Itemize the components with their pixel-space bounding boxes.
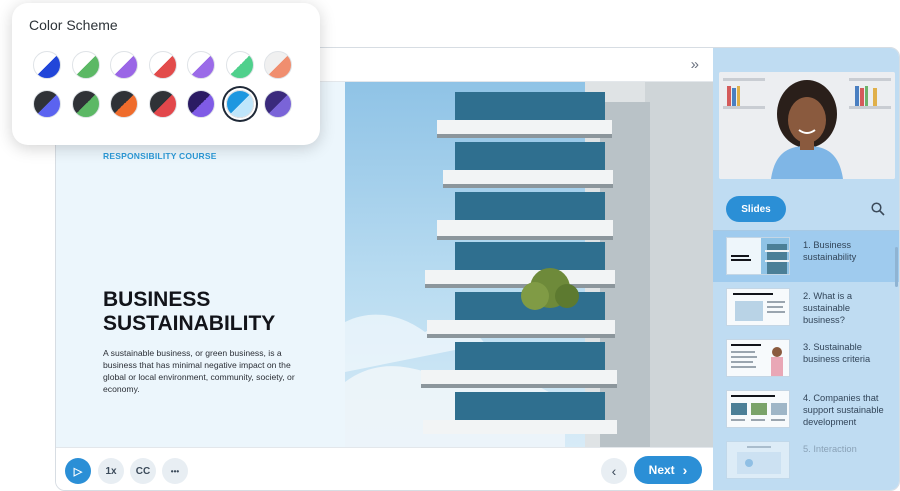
slide-thumbnail (726, 288, 790, 326)
slide-heading: BUSINESS SUSTAINABILITY (103, 288, 276, 335)
color-swatch-white-red[interactable] (148, 51, 177, 79)
slide-item-label: 5. Interaction (803, 444, 857, 454)
chevron-right-icon: › (682, 462, 688, 478)
building-photo (345, 82, 713, 447)
slide-item-2[interactable]: 2. What is a sustainable business? (713, 282, 899, 333)
slide-item-label: 3. Sustainable business criteria (803, 342, 871, 364)
color-swatch-white-blue[interactable] (33, 51, 61, 79)
color-swatch-indigo-purple[interactable] (264, 90, 292, 118)
previous-button[interactable]: ‹ (601, 458, 627, 484)
slide-list: 1. Business sustainability 2. What is a … (713, 231, 899, 490)
color-swatch-white-purple[interactable] (110, 51, 138, 79)
color-swatch-dark-green[interactable] (71, 90, 100, 118)
sidebar-scrollbar[interactable] (895, 247, 898, 287)
color-swatch-white-violet[interactable] (187, 51, 215, 79)
slide-kicker: RESPONSIBILITY COURSE (103, 151, 217, 161)
slide-item-4[interactable]: 4. Companies that support sustainable de… (713, 384, 899, 435)
slide-thumbnail (726, 390, 790, 428)
slide-item-label: 1. Business sustainability (803, 240, 857, 262)
color-scheme-popover: Color Scheme (12, 3, 320, 145)
next-button[interactable]: Next › (634, 456, 702, 484)
chevron-left-icon: ‹ (611, 463, 617, 479)
color-swatch-salmon-white[interactable] (264, 51, 292, 79)
double-chevron-right-icon[interactable]: » (691, 56, 699, 74)
slide-thumbnail (726, 339, 790, 377)
color-swatch-dark-purple[interactable] (187, 90, 215, 118)
playback-speed-button[interactable]: 1x (98, 458, 124, 484)
color-scheme-title: Color Scheme (29, 17, 118, 33)
captions-button[interactable]: CC (130, 458, 156, 484)
course-sidebar: Slides 1. Business sustainability 2. Wha… (713, 48, 899, 490)
slide-item-3[interactable]: 3. Sustainable business criteria (713, 333, 899, 384)
slide-item-label: 2. What is a sustainable business? (803, 291, 853, 325)
slide-item-5[interactable]: 5. Interaction (713, 435, 899, 486)
player-controls: ▷ 1x CC ••• ‹ Next › (56, 447, 713, 490)
play-button[interactable]: ▷ (65, 458, 91, 484)
play-icon: ▷ (73, 465, 83, 478)
slide-thumbnail (726, 237, 790, 275)
more-options-button[interactable]: ••• (162, 458, 188, 484)
presenter-video (719, 72, 895, 179)
color-swatch-white-green[interactable] (71, 51, 100, 79)
course-player-screen: » RESPONSIBILITY COURSE BUSINESS SUSTAIN… (0, 0, 900, 491)
search-icon[interactable] (871, 202, 885, 216)
slide-item-label: 4. Companies that support sustainable de… (803, 393, 884, 427)
next-button-label: Next (648, 463, 675, 477)
color-swatch-blue-selected[interactable] (225, 90, 254, 118)
slide-body: A sustainable business, or green busines… (103, 348, 295, 394)
color-swatch-dark-blue[interactable] (33, 90, 61, 118)
slides-tab[interactable]: Slides (726, 196, 786, 222)
color-swatch-white-mint[interactable] (225, 51, 254, 79)
slide-item-1[interactable]: 1. Business sustainability (713, 231, 899, 282)
color-swatch-dark-orange[interactable] (110, 90, 138, 118)
slide-thumbnail (726, 441, 790, 479)
color-swatch-dark-red[interactable] (148, 90, 177, 118)
